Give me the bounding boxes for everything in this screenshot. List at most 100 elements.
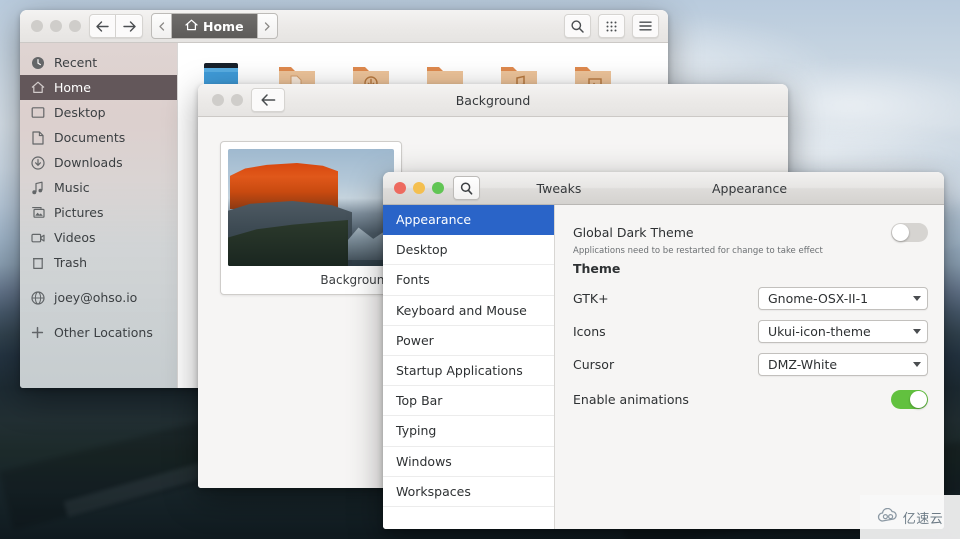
wallpaper-thumbnail[interactable] bbox=[228, 149, 394, 266]
tweaks-appearance-panel[interactable]: Global Dark Theme Applications need to b… bbox=[555, 205, 944, 529]
sidebar-item-label: Top Bar bbox=[396, 393, 443, 409]
sidebar-item-label: Downloads bbox=[54, 155, 123, 170]
music-icon bbox=[30, 180, 45, 195]
window-controls[interactable] bbox=[31, 20, 81, 32]
sidebar-item-fonts[interactable]: Fonts bbox=[383, 265, 554, 296]
menu-button[interactable] bbox=[632, 14, 659, 38]
sidebar-item-trash[interactable]: Trash bbox=[20, 250, 177, 275]
sidebar-item-label: Fonts bbox=[396, 272, 430, 288]
sidebar-item-label: Workspaces bbox=[396, 483, 471, 499]
global-dark-theme-toggle[interactable] bbox=[891, 222, 928, 242]
sidebar-item-network[interactable]: joey@ohso.io bbox=[20, 285, 177, 310]
minimize-button[interactable] bbox=[231, 94, 243, 106]
sidebar-item-top-bar[interactable]: Top Bar bbox=[383, 386, 554, 417]
theme-section-heading: Theme bbox=[573, 261, 621, 276]
minimize-button[interactable] bbox=[50, 20, 62, 32]
cursor-theme-dropdown[interactable]: DMZ-White bbox=[758, 352, 928, 376]
sidebar-item-keyboard-and-mouse[interactable]: Keyboard and Mouse bbox=[383, 296, 554, 326]
sidebar-item-home[interactable]: Home bbox=[20, 75, 177, 100]
minimize-button[interactable] bbox=[413, 182, 425, 194]
forward-button[interactable] bbox=[116, 14, 143, 38]
sidebar-item-label: Trash bbox=[54, 255, 88, 270]
plus-icon bbox=[30, 325, 45, 340]
sidebar-item-label: Recent bbox=[54, 55, 98, 70]
sidebar-item-label: Home bbox=[54, 80, 91, 95]
chevron-down-icon bbox=[913, 328, 921, 334]
gtk-theme-value: Gnome-OSX-II-1 bbox=[768, 290, 869, 306]
sidebar-item-label: Documents bbox=[54, 130, 126, 145]
sidebar-separator bbox=[20, 310, 177, 320]
sidebar-item-downloads[interactable]: Downloads bbox=[20, 150, 177, 175]
chevron-down-icon bbox=[913, 295, 921, 301]
sidebar-item-label: Music bbox=[54, 180, 90, 195]
sidebar-item-other-locations[interactable]: Other Locations bbox=[20, 320, 177, 345]
global-dark-theme-label: Global Dark Theme bbox=[573, 224, 694, 240]
back-button[interactable] bbox=[251, 88, 285, 112]
file-manager-sidebar[interactable]: Recent Home Desktop Documents Downloads … bbox=[20, 43, 178, 388]
sidebar-item-label: Other Locations bbox=[54, 325, 153, 340]
sidebar-item-workspaces[interactable]: Workspaces bbox=[383, 477, 554, 507]
window-controls[interactable] bbox=[383, 182, 444, 194]
sidebar-item-recent[interactable]: Recent bbox=[20, 50, 177, 75]
tweaks-titlebar[interactable]: Tweaks Appearance bbox=[383, 172, 944, 205]
back-button[interactable] bbox=[89, 14, 116, 38]
sidebar-separator bbox=[20, 275, 177, 285]
breadcrumb-item-home[interactable]: Home bbox=[171, 14, 258, 38]
search-button[interactable] bbox=[453, 176, 480, 200]
download-icon bbox=[30, 155, 45, 170]
sidebar-item-label: Typing bbox=[396, 423, 437, 439]
maximize-button[interactable] bbox=[432, 182, 444, 194]
close-button[interactable] bbox=[31, 20, 43, 32]
close-button[interactable] bbox=[394, 182, 406, 194]
icons-theme-dropdown[interactable]: Ukui-icon-theme bbox=[758, 319, 928, 343]
close-button[interactable] bbox=[212, 94, 224, 106]
tweaks-window[interactable]: Tweaks Appearance Appearance Desktop Fon… bbox=[383, 172, 944, 529]
sidebar-item-startup-applications[interactable]: Startup Applications bbox=[383, 356, 554, 387]
wallpaper-card[interactable]: Background bbox=[220, 141, 402, 295]
icons-theme-label: Icons bbox=[573, 323, 606, 339]
sidebar-item-power[interactable]: Power bbox=[383, 326, 554, 356]
sidebar-item-music[interactable]: Music bbox=[20, 175, 177, 200]
breadcrumb[interactable]: Home bbox=[151, 13, 278, 39]
background-titlebar[interactable]: Background bbox=[198, 84, 788, 117]
view-grid-button[interactable] bbox=[598, 14, 625, 38]
document-icon bbox=[30, 130, 45, 145]
breadcrumb-next-icon[interactable] bbox=[258, 14, 277, 38]
toggle-knob bbox=[910, 390, 927, 408]
sidebar-item-typing[interactable]: Typing bbox=[383, 416, 554, 447]
gtk-theme-row[interactable]: GTK+ Gnome-OSX-II-1 bbox=[573, 285, 928, 311]
sidebar-item-windows[interactable]: Windows bbox=[383, 447, 554, 477]
search-button[interactable] bbox=[564, 14, 591, 38]
sidebar-item-desktop[interactable]: Desktop bbox=[20, 100, 177, 125]
enable-animations-toggle[interactable] bbox=[891, 389, 928, 409]
sidebar-item-label: Keyboard and Mouse bbox=[396, 302, 527, 318]
cursor-theme-label: Cursor bbox=[573, 356, 615, 372]
desktop-icon bbox=[30, 105, 45, 120]
sidebar-item-label: Appearance bbox=[396, 212, 472, 228]
breadcrumb-prev-icon[interactable] bbox=[152, 14, 171, 38]
tweaks-sidebar[interactable]: Appearance Desktop Fonts Keyboard and Mo… bbox=[383, 205, 555, 529]
cursor-theme-row[interactable]: Cursor DMZ-White bbox=[573, 351, 928, 377]
watermark-text: 亿速云 bbox=[902, 511, 944, 527]
sidebar-item-label: Desktop bbox=[54, 105, 106, 120]
wallpaper-caption: Background bbox=[320, 273, 392, 287]
sidebar-item-label: Startup Applications bbox=[396, 363, 523, 379]
sidebar-item-documents[interactable]: Documents bbox=[20, 125, 177, 150]
sidebar-item-appearance[interactable]: Appearance bbox=[383, 205, 554, 236]
maximize-button[interactable] bbox=[69, 20, 81, 32]
gtk-theme-dropdown[interactable]: Gnome-OSX-II-1 bbox=[758, 286, 928, 310]
breadcrumb-label: Home bbox=[203, 18, 244, 34]
network-icon bbox=[30, 290, 45, 305]
navigation-buttons[interactable] bbox=[89, 14, 143, 38]
sidebar-item-videos[interactable]: Videos bbox=[20, 225, 177, 250]
sidebar-item-pictures[interactable]: Pictures bbox=[20, 200, 177, 225]
chevron-down-icon bbox=[913, 361, 921, 367]
global-dark-theme-row[interactable]: Global Dark Theme bbox=[573, 219, 928, 245]
sidebar-item-desktop[interactable]: Desktop bbox=[383, 235, 554, 266]
window-title: Background bbox=[455, 92, 531, 108]
icons-theme-value: Ukui-icon-theme bbox=[768, 323, 871, 339]
icons-theme-row[interactable]: Icons Ukui-icon-theme bbox=[573, 318, 928, 344]
file-manager-titlebar[interactable]: Home bbox=[20, 10, 668, 43]
window-controls[interactable] bbox=[201, 94, 243, 106]
enable-animations-row[interactable]: Enable animations bbox=[573, 386, 928, 412]
